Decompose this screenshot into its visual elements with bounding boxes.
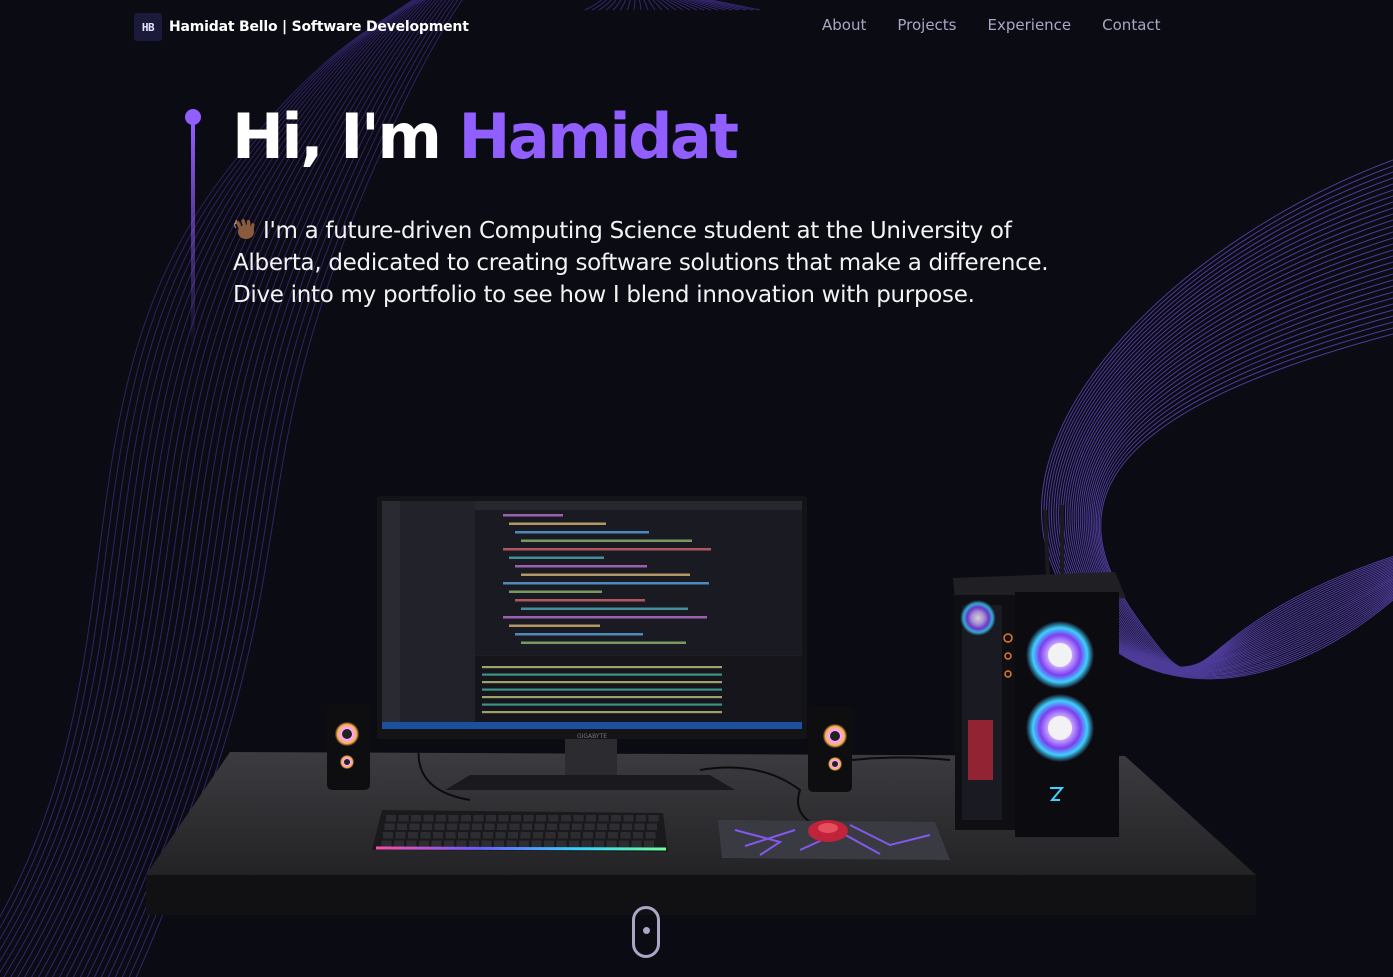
scroll-down-icon[interactable] [632, 906, 660, 958]
monitor: GIGABYTE [377, 496, 807, 740]
logo-text: HB [141, 20, 155, 34]
mouse [808, 820, 848, 842]
nav-link-experience[interactable]: Experience [988, 16, 1072, 34]
nav-link-contact[interactable]: Contact [1102, 16, 1160, 34]
navbar: HB Hamidat Bello | Software Development … [0, 0, 1393, 54]
keyboard [372, 810, 668, 852]
hero-accent-bar [191, 123, 195, 348]
hero-accent-line [185, 109, 201, 349]
logo: HB [134, 13, 162, 41]
hero-name: Hamidat [458, 100, 739, 173]
hero-intro: I'm a future-driven Computing Science st… [233, 215, 1083, 311]
hero-title: Hi, I'm Hamidat [232, 98, 739, 176]
brand-text: Hamidat Bello | Software Development [169, 19, 469, 35]
pc-tower [953, 505, 1126, 837]
nav-links: About Projects Experience Contact [822, 16, 1161, 34]
hero-intro-text: I'm a future-driven Computing Science st… [233, 218, 1049, 308]
hero-greeting: Hi, I'm [232, 100, 459, 173]
right-speaker [808, 706, 852, 792]
desk-setup-3d-canvas[interactable]: GIGABYTE [0, 470, 1393, 930]
nav-link-projects[interactable]: Projects [897, 16, 956, 34]
nav-link-about[interactable]: About [822, 16, 866, 34]
waving-hand-icon [234, 219, 255, 239]
left-speaker [327, 704, 370, 790]
monitor-brand-label: GIGABYTE [577, 733, 607, 740]
scroll-indicator-dot [643, 927, 650, 934]
brand-home-link[interactable]: HB Hamidat Bello | Software Development [134, 13, 469, 41]
